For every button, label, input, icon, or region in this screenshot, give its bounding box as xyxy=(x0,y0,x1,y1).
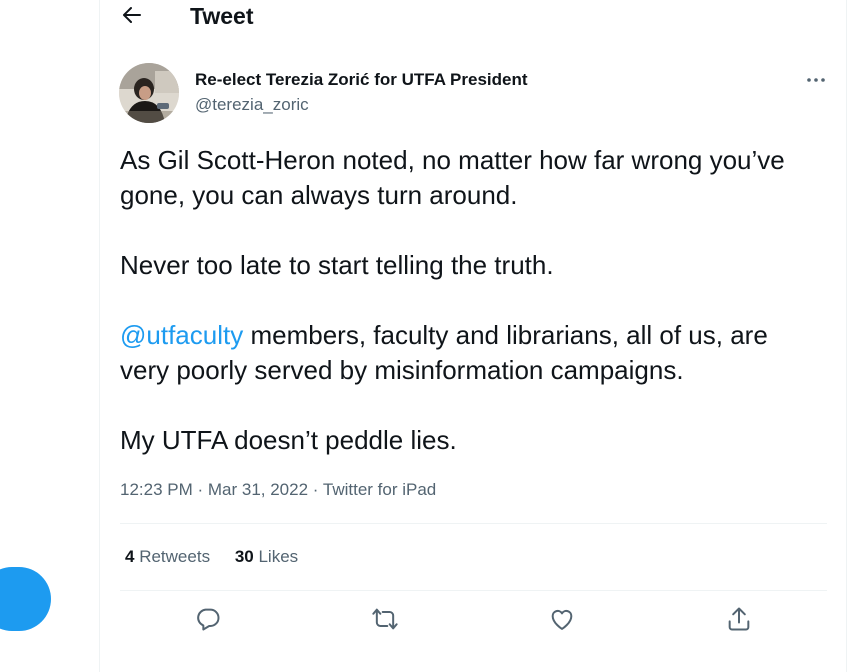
page: Tweet Re-elect Terezia Zorić for UTFA Pr… xyxy=(0,0,859,672)
tweet-stats: 4 Retweets 30 Likes xyxy=(125,546,318,568)
mention-link[interactable]: @utfaculty xyxy=(120,320,243,350)
tweet-paragraph: Never too late to start telling the trut… xyxy=(120,250,554,280)
tweet-actions xyxy=(100,605,846,635)
tweet-text: As Gil Scott-Heron noted, no matter how … xyxy=(120,143,820,493)
tweet-paragraph: @utfaculty members, faculty and libraria… xyxy=(120,318,820,388)
left-sidebar xyxy=(0,0,99,672)
divider xyxy=(120,523,827,524)
tweet-paragraph: My UTFA doesn’t peddle lies. xyxy=(120,425,457,455)
divider xyxy=(120,590,827,591)
retweet-icon[interactable] xyxy=(371,605,399,633)
meta-separator: · xyxy=(192,480,208,499)
back-arrow-icon[interactable] xyxy=(120,3,144,27)
author-display-name[interactable]: Re-elect Terezia Zorić for UTFA Presiden… xyxy=(195,69,528,91)
avatar[interactable] xyxy=(119,63,179,123)
tweet-detail-column: Tweet Re-elect Terezia Zorić for UTFA Pr… xyxy=(99,0,847,672)
page-header: Tweet xyxy=(100,0,846,33)
likes-label: Likes xyxy=(258,547,299,566)
retweets-label: Retweets xyxy=(139,547,211,566)
more-horizontal-icon[interactable] xyxy=(804,68,828,92)
tweet-paragraph: As Gil Scott-Heron noted, no matter how … xyxy=(120,145,785,210)
retweets-stat[interactable]: 4 Retweets xyxy=(125,546,210,568)
likes-count: 30 xyxy=(234,547,254,566)
tweet-time[interactable]: 12:23 PM xyxy=(120,480,193,499)
tweet-source[interactable]: Twitter for iPad xyxy=(323,480,436,499)
like-heart-icon[interactable] xyxy=(548,605,576,633)
compose-tweet-button[interactable] xyxy=(0,567,51,631)
reply-icon[interactable] xyxy=(194,605,222,633)
tweet-metadata: 12:23 PM · Mar 31, 2022 · Twitter for iP… xyxy=(120,479,436,501)
tweet-date[interactable]: Mar 31, 2022 xyxy=(208,480,308,499)
retweets-count: 4 xyxy=(125,547,135,566)
share-icon[interactable] xyxy=(725,605,753,633)
author-handle[interactable]: @terezia_zoric xyxy=(195,94,309,116)
likes-stat[interactable]: 30 Likes xyxy=(235,546,298,568)
page-title: Tweet xyxy=(190,3,254,29)
meta-separator: · xyxy=(308,480,323,499)
